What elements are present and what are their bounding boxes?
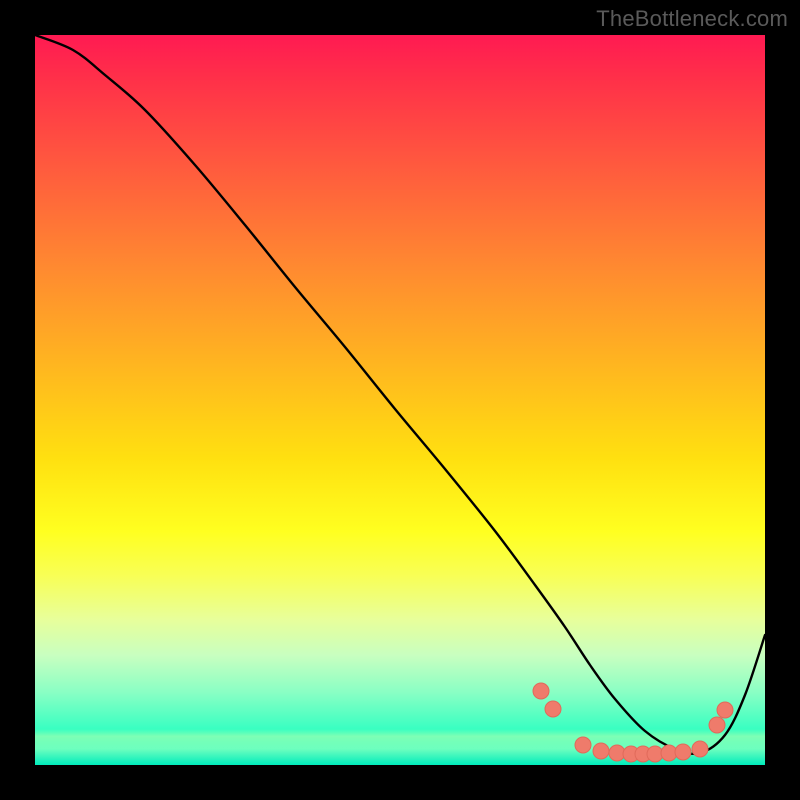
plot-area xyxy=(35,35,765,765)
chart-stage: TheBottleneck.com xyxy=(0,0,800,800)
curve-dot xyxy=(533,683,549,699)
watermark-text: TheBottleneck.com xyxy=(596,6,788,32)
optimal-band xyxy=(35,729,765,765)
curve-dot xyxy=(545,701,561,717)
chart-svg xyxy=(35,35,765,765)
curve-dot xyxy=(717,702,733,718)
bottleneck-curve xyxy=(35,35,765,754)
